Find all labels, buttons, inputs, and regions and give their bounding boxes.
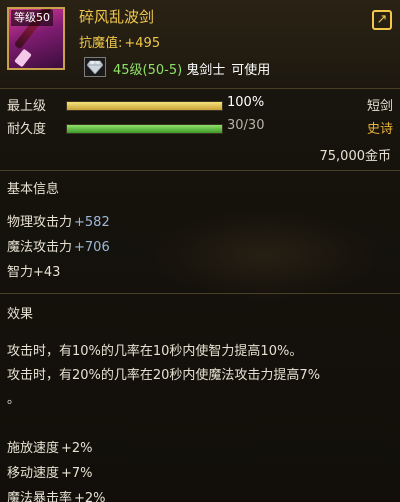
- magic-crit-value: +2%: [74, 491, 106, 502]
- tooltip-header: 等级50 碎风乱波剑 ↗ 抗魔值: +495 45级(50-5) 鬼剑士 可使用: [0, 0, 400, 88]
- grade-row: 最上级 100% 短剑: [7, 95, 393, 114]
- intelligence-stat: 智力+43: [7, 261, 60, 280]
- durability-label: 耐久度: [7, 122, 47, 137]
- cast-speed-value: +2%: [61, 441, 93, 456]
- move-speed-value: +7%: [61, 466, 93, 481]
- magic-crit-label: 魔法暴击率: [7, 491, 73, 502]
- anti-magic-stat: 抗魔值: +495: [79, 32, 160, 51]
- durability-row: 耐久度 30/30 史诗: [7, 118, 393, 137]
- basic-info-title: 基本信息: [7, 182, 60, 197]
- durability-value: 30/30: [227, 118, 265, 133]
- grade-bar: [66, 101, 223, 111]
- item-tooltip: 等级50 碎风乱波剑 ↗ 抗魔值: +495 45级(50-5) 鬼剑士 可使用 最上…: [0, 0, 400, 502]
- physical-attack-stat: 物理攻击力 +582: [7, 211, 110, 230]
- diamond-icon: [84, 57, 106, 77]
- grade-value: 100%: [227, 95, 265, 110]
- divider: [0, 293, 400, 294]
- magic-attack-value: +706: [74, 240, 110, 255]
- effect-line: 。: [7, 392, 21, 407]
- magic-attack-label: 魔法攻击力: [7, 240, 73, 255]
- background-pattern: [150, 210, 380, 300]
- required-class: 鬼剑士: [186, 63, 226, 78]
- grade-label: 最上级: [7, 99, 47, 114]
- intelligence-value: +43: [33, 265, 61, 280]
- magic-crit-stat: 魔法暴击率 +2%: [7, 487, 106, 502]
- required-level: 45级(50-5): [113, 63, 183, 78]
- anti-magic-label: 抗魔值:: [79, 36, 123, 51]
- share-icon[interactable]: ↗: [372, 10, 392, 30]
- sword-icon: 等级50: [7, 7, 65, 70]
- physical-attack-value: +582: [74, 215, 110, 230]
- rarity-label: 史诗: [366, 122, 393, 137]
- cast-speed-label: 施放速度: [7, 441, 60, 456]
- durability-bar-fill: [67, 125, 222, 133]
- move-speed-label: 移动速度: [7, 466, 60, 481]
- physical-attack-label: 物理攻击力: [7, 215, 73, 230]
- usable-status: 可使用: [231, 63, 271, 78]
- magic-attack-stat: 魔法攻击力 +706: [7, 236, 110, 255]
- cast-speed-stat: 施放速度 +2%: [7, 437, 93, 456]
- item-level-badge: 等级50: [11, 10, 53, 26]
- move-speed-stat: 移动速度 +7%: [7, 462, 93, 481]
- effect-line: 攻击时，有10%的几率在10秒内使智力提高10%。: [7, 344, 303, 359]
- weapon-type: 短剑: [366, 99, 393, 114]
- item-name: 碎风乱波剑: [79, 8, 155, 26]
- intelligence-label: 智力: [7, 265, 34, 280]
- sword-hilt: [14, 48, 32, 68]
- durability-bar: [66, 124, 223, 134]
- anti-magic-value: +495: [124, 36, 161, 51]
- price: 75,000金币: [319, 149, 392, 164]
- effects-title: 效果: [7, 307, 34, 322]
- requirement-line: 45级(50-5) 鬼剑士 可使用: [113, 59, 270, 78]
- grade-bar-fill: [67, 102, 222, 110]
- divider: [0, 170, 400, 171]
- divider: [0, 88, 400, 89]
- effect-line: 攻击时，有20%的几率在20秒内使魔法攻击力提高7%: [7, 368, 321, 383]
